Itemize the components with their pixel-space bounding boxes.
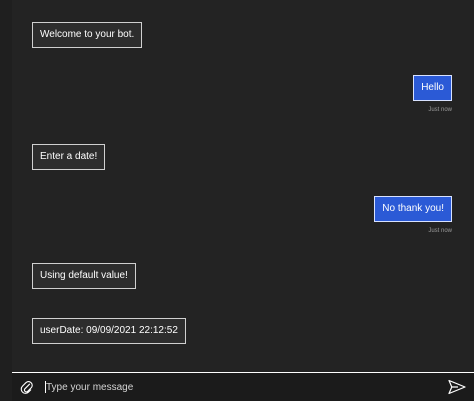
message-timestamp: Just now — [428, 107, 452, 113]
bot-message-text: userDate: 09/09/2021 22:12:52 — [40, 325, 178, 336]
user-message-text: No thank you! — [382, 203, 444, 214]
user-message-bubble: Hello — [413, 75, 452, 101]
bot-message-bubble: userDate: 09/09/2021 22:12:52 — [32, 318, 186, 344]
paperclip-icon[interactable] — [20, 380, 34, 396]
left-sidebar-strip-bottom — [0, 372, 12, 401]
user-message-text: Hello — [421, 82, 444, 93]
bot-message-bubble: Using default value! — [32, 263, 136, 289]
bot-message-bubble: Enter a date! — [32, 144, 106, 170]
bot-message-text: Enter a date! — [40, 151, 98, 162]
bot-message-text: Using default value! — [40, 270, 128, 281]
bot-chat-window: Welcome to your bot. Hello Just now Ente… — [0, 0, 474, 401]
send-icon[interactable] — [448, 379, 466, 395]
message-composer — [12, 372, 474, 401]
bot-message-text: Welcome to your bot. — [40, 29, 135, 40]
chat-transcript[interactable]: Welcome to your bot. Hello Just now Ente… — [12, 0, 474, 372]
message-input[interactable] — [46, 378, 426, 396]
bot-message-bubble: Welcome to your bot. — [32, 22, 143, 48]
user-message-bubble: No thank you! — [374, 196, 452, 222]
message-timestamp: Just now — [428, 228, 452, 234]
